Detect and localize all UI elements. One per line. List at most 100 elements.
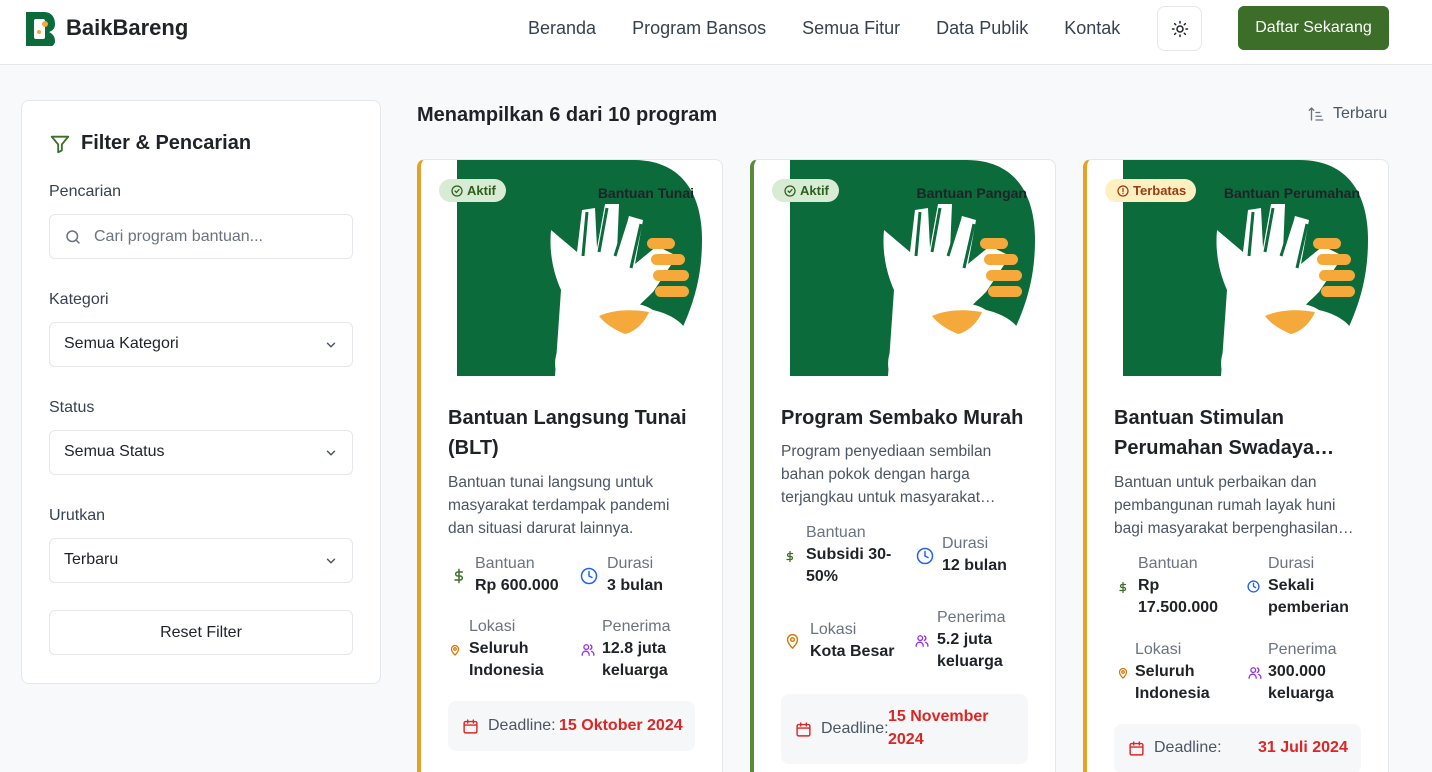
program-title[interactable]: Bantuan Stimulan Perumahan Swadaya… <box>1114 403 1364 463</box>
location-label: Lokasi <box>1135 641 1182 658</box>
filter-icon <box>50 135 70 153</box>
search-label: Pencarian <box>49 183 122 200</box>
status-badge-label: Aktif <box>800 183 829 198</box>
chevron-down-icon <box>326 342 336 348</box>
program-title[interactable]: Program Sembako Murah <box>781 403 1031 433</box>
deadline-box: Deadline: 31 Juli 2024 <box>1114 724 1361 772</box>
sort-select[interactable]: Terbaru <box>49 538 353 583</box>
dollar-icon <box>454 568 464 584</box>
deadline-date: 31 Juli 2024 <box>1258 739 1348 756</box>
nav-link-data-publik[interactable]: Data Publik <box>936 18 1028 39</box>
location-value: Kota Besar <box>810 643 895 660</box>
results-count: Menampilkan 6 dari 10 program <box>417 104 718 126</box>
location-label: Lokasi <box>469 618 516 635</box>
nav-link-kontak[interactable]: Kontak <box>1064 18 1120 39</box>
sort-select-value: Terbaru <box>64 551 119 568</box>
program-card-blt[interactable]: Aktif Bantuan Tunai Bantuan Langsung Tun… <box>417 159 723 772</box>
status-badge: Terbatas <box>1105 179 1197 202</box>
aid-label: Bantuan <box>806 524 866 541</box>
filter-panel: Filter & Pencarian Pencarian Kategori Se… <box>21 100 381 684</box>
location-label: Lokasi <box>810 621 857 638</box>
program-title[interactable]: Bantuan Langsung Tunai (BLT) <box>448 403 698 463</box>
category-select[interactable]: Semua Kategori <box>49 322 353 367</box>
users-icon <box>581 644 595 656</box>
location-value: Seluruh Indonesia <box>1135 663 1210 702</box>
program-description: Bantuan tunai langsung untuk masyarakat … <box>448 474 670 537</box>
duration-label: Durasi <box>942 535 989 552</box>
recipients-value: 300.000 keluarga <box>1268 663 1334 702</box>
reset-filter-button[interactable]: Reset Filter <box>49 610 353 655</box>
recipients-label: Penerima <box>937 609 1006 626</box>
dollar-icon <box>1119 581 1127 594</box>
duration-value: 12 bulan <box>942 557 1007 574</box>
calendar-icon <box>796 722 811 737</box>
clock-icon <box>580 567 598 585</box>
program-description: Bantuan untuk perbaikan dan pembangunan … <box>1114 474 1354 537</box>
brand-logo <box>26 12 55 46</box>
check-circle-icon <box>451 184 463 197</box>
duration-label: Durasi <box>607 555 654 572</box>
duration-value: Sekali pemberian <box>1268 577 1349 616</box>
main-nav: Beranda Program Bansos Semua Fitur Data … <box>510 0 1138 56</box>
program-card-sembako[interactable]: Aktif Bantuan Pangan Program Sembako Mur… <box>750 159 1056 772</box>
chevron-down-icon <box>326 558 336 564</box>
clock-icon <box>1247 580 1260 593</box>
deadline-box: Deadline: 15 Oktober 2024 <box>448 701 695 751</box>
alert-circle-icon <box>1117 184 1129 197</box>
filter-title: Filter & Pencarian <box>81 132 252 154</box>
calendar-icon <box>1129 741 1144 756</box>
deadline-date: 15 Oktober 2024 <box>559 717 683 734</box>
category-label: Bantuan Perumahan <box>1223 185 1360 201</box>
location-value: Seluruh Indonesia <box>469 640 544 679</box>
status-badge-label: Terbatas <box>1133 183 1187 198</box>
sort-toggle[interactable]: Terbaru <box>1307 105 1387 123</box>
deadline-date: 15 November 2024 <box>888 708 989 748</box>
check-circle-icon <box>784 184 796 197</box>
category-label: Bantuan Tunai <box>597 185 694 201</box>
theme-toggle-button[interactable] <box>1157 6 1202 51</box>
recipients-label: Penerima <box>602 618 671 635</box>
duration-label: Durasi <box>1268 555 1315 572</box>
sort-indicator-label: Terbaru <box>1333 105 1388 122</box>
status-badge: Aktif <box>772 179 839 202</box>
nav-link-semua-fitur[interactable]: Semua Fitur <box>802 18 900 39</box>
search-input[interactable] <box>94 225 344 249</box>
status-select-value: Semua Status <box>64 443 165 460</box>
program-description: Program penyediaan sembilan bahan pokok … <box>781 443 996 506</box>
category-label: Bantuan Pangan <box>916 185 1027 201</box>
status-badge: Aktif <box>439 179 506 202</box>
users-icon <box>915 635 929 647</box>
aid-label: Bantuan <box>475 555 535 572</box>
aid-value: Subsidi 30-50% <box>806 546 892 585</box>
deadline-box: Deadline: 15 November 2024 <box>781 694 1028 764</box>
status-select[interactable]: Semua Status <box>49 430 353 475</box>
top-navbar: BaikBareng Beranda Program Bansos Semua … <box>0 0 1432 65</box>
map-pin-icon <box>1118 667 1128 679</box>
sort-label: Urutkan <box>49 507 106 524</box>
search-icon <box>66 230 80 244</box>
search-box <box>49 214 353 259</box>
category-label: Kategori <box>49 291 109 308</box>
map-pin-icon <box>450 644 460 656</box>
clock-icon <box>916 547 934 565</box>
deadline-label: Deadline: <box>488 717 556 734</box>
recipients-label: Penerima <box>1268 641 1337 658</box>
users-icon <box>1248 667 1262 679</box>
recipients-value: 12.8 juta keluarga <box>602 640 668 679</box>
nav-link-beranda[interactable]: Beranda <box>528 18 596 39</box>
status-badge-label: Aktif <box>467 183 496 198</box>
filter-heading: Filter & Pencarian <box>49 132 251 155</box>
map-pin-icon <box>786 633 799 650</box>
status-label: Status <box>49 399 95 416</box>
register-button[interactable]: Daftar Sekarang <box>1238 6 1389 50</box>
dollar-icon <box>786 550 794 563</box>
aid-label: Bantuan <box>1138 555 1198 572</box>
category-select-value: Semua Kategori <box>64 335 179 352</box>
program-card-bsps[interactable]: Terbatas Bantuan Perumahan Bantuan Stimu… <box>1083 159 1389 772</box>
brand-link[interactable]: BaikBareng <box>24 10 188 46</box>
nav-link-program-bansos[interactable]: Program Bansos <box>632 18 766 39</box>
sun-icon <box>1171 20 1188 37</box>
calendar-icon <box>463 719 478 734</box>
brand-name: BaikBareng <box>66 15 189 40</box>
recipients-value: 5.2 juta keluarga <box>937 631 1003 670</box>
